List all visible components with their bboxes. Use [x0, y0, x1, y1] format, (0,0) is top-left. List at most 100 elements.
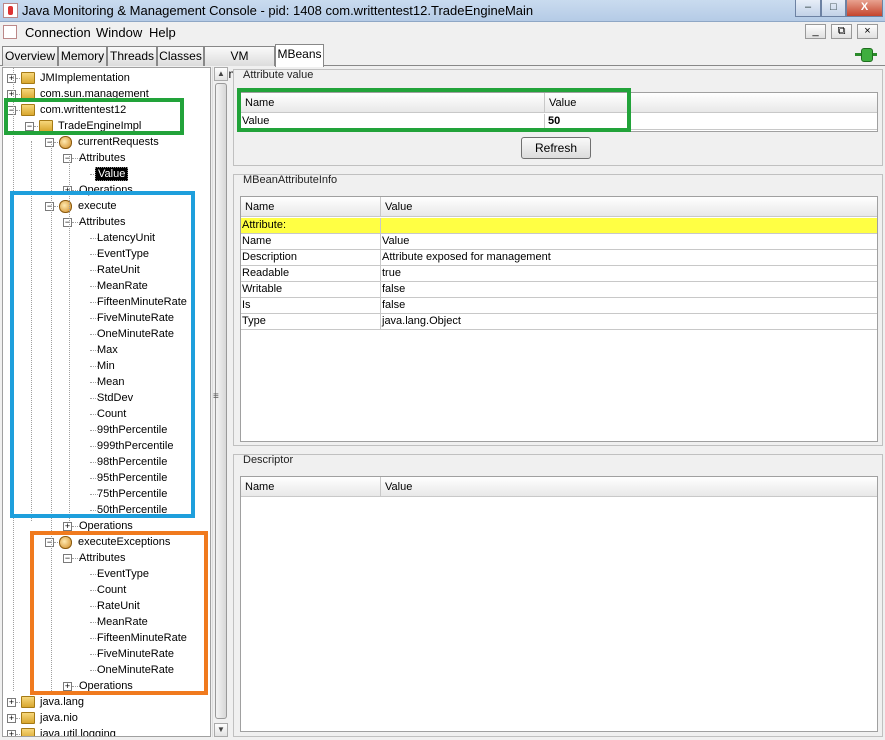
descriptor-panel: Descriptor Name Value — [233, 454, 883, 737]
expand-icon[interactable]: + — [7, 90, 16, 99]
collapse-icon[interactable]: − — [63, 554, 72, 563]
collapse-icon[interactable]: − — [25, 122, 34, 131]
tree-node[interactable]: RateUnit — [95, 262, 142, 278]
tree-node[interactable]: RateUnit — [95, 598, 142, 614]
expand-icon[interactable]: + — [7, 730, 16, 736]
tree-node-label: currentRequests — [78, 136, 159, 148]
tree-node[interactable]: 50thPercentile — [95, 502, 169, 518]
tree-node-label: TradeEngineImpl — [58, 120, 142, 132]
table-row[interactable]: Description Attribute exposed for managem… — [241, 250, 877, 266]
tree-node[interactable]: FiveMinuteRate — [95, 310, 176, 326]
internal-restore-button[interactable]: ⧉ — [831, 24, 852, 39]
tree-node[interactable]: FifteenMinuteRate — [95, 630, 189, 646]
table-row[interactable]: Writable false — [241, 282, 877, 298]
tree-node[interactable]: 98thPercentile — [95, 454, 169, 470]
tree-node[interactable]: Count — [95, 406, 128, 422]
tree-node[interactable]: Attributes — [77, 214, 127, 230]
table-row[interactable]: Name Value — [241, 234, 877, 250]
tab-vm-summary[interactable]: VM Summary — [204, 46, 275, 81]
tree-node[interactable]: MeanRate — [95, 278, 150, 294]
expand-icon[interactable]: + — [63, 522, 72, 531]
tree-node[interactable]: 99thPercentile — [95, 422, 169, 438]
column-header-value[interactable]: Value — [381, 197, 877, 217]
tree-node[interactable]: Operations — [77, 518, 135, 534]
tree-node[interactable]: FifteenMinuteRate — [95, 294, 189, 310]
tree-node[interactable]: executeExceptions — [59, 534, 172, 550]
table-row[interactable]: Attribute: — [241, 218, 877, 234]
splitter-grip-icon[interactable]: ≡ — [213, 391, 219, 402]
tree-node[interactable]: TradeEngineImpl — [39, 118, 143, 134]
expand-icon[interactable]: + — [7, 698, 16, 707]
tab-overview[interactable]: Overview — [2, 46, 58, 66]
refresh-button[interactable]: Refresh — [521, 137, 591, 159]
mbean-tree[interactable]: + JMImplementation + com.sun.management − com… — [2, 67, 211, 737]
tree-node[interactable]: EventType — [95, 246, 151, 262]
table-row[interactable]: Is false — [241, 298, 877, 314]
tree-node[interactable]: 999thPercentile — [95, 438, 175, 454]
tree-node[interactable]: com.writtentest12 — [21, 102, 128, 118]
expand-icon[interactable]: + — [7, 74, 16, 83]
tree-node[interactable]: java.util.logging — [21, 726, 118, 736]
scroll-down-arrow-icon[interactable]: ▼ — [214, 723, 228, 737]
tab-threads[interactable]: Threads — [107, 46, 157, 66]
expand-icon[interactable]: + — [63, 186, 72, 195]
tree-node[interactable]: 75thPercentile — [95, 486, 169, 502]
tree-node[interactable]: java.lang — [21, 694, 86, 710]
tree-node[interactable]: StdDev — [95, 390, 135, 406]
menu-connection[interactable]: Connection — [25, 25, 91, 40]
collapse-icon[interactable]: − — [45, 202, 54, 211]
tree-node[interactable]: MeanRate — [95, 614, 150, 630]
tree-scrollbar[interactable]: ▲ ▼ — [212, 67, 228, 737]
expand-icon[interactable]: + — [63, 682, 72, 691]
collapse-icon[interactable]: − — [45, 538, 54, 547]
close-button[interactable]: X — [846, 0, 883, 17]
menu-window[interactable]: Window — [96, 25, 142, 40]
tree-node[interactable]: Mean — [95, 374, 127, 390]
tree-node[interactable]: Value — [95, 166, 129, 182]
tree-node[interactable]: Operations — [77, 678, 135, 694]
tree-node[interactable]: Max — [95, 342, 120, 358]
scroll-up-arrow-icon[interactable]: ▲ — [214, 67, 228, 81]
tree-node[interactable]: Count — [95, 582, 128, 598]
column-header-name[interactable]: Name — [241, 93, 545, 113]
tab-memory[interactable]: Memory — [58, 46, 107, 66]
tree-node[interactable]: OneMinuteRate — [95, 326, 176, 342]
tree-node[interactable]: java.nio — [21, 710, 80, 726]
internal-minimize-button[interactable]: _ — [805, 24, 826, 39]
tree-node[interactable]: com.sun.management — [21, 86, 151, 102]
collapse-icon[interactable]: − — [63, 218, 72, 227]
tree-node[interactable]: Attributes — [77, 150, 127, 166]
tab-classes[interactable]: Classes — [157, 46, 204, 66]
table-row[interactable]: Value 50 — [241, 114, 877, 130]
maximize-button[interactable]: □ — [821, 0, 846, 17]
tree-node[interactable]: EventType — [95, 566, 151, 582]
tree-node-label: OneMinuteRate — [97, 664, 175, 676]
tree-node[interactable]: currentRequests — [59, 134, 161, 150]
minimize-button[interactable]: – — [795, 0, 821, 17]
column-header-name[interactable]: Name — [241, 477, 381, 497]
tree-node[interactable]: Min — [95, 358, 117, 374]
descriptor-title: Descriptor — [243, 454, 294, 466]
java-small-icon — [3, 25, 17, 39]
collapse-icon[interactable]: − — [45, 138, 54, 147]
column-header-name[interactable]: Name — [241, 197, 381, 217]
expand-icon[interactable]: + — [7, 714, 16, 723]
table-row[interactable]: Type java.lang.Object — [241, 314, 877, 330]
tree-node[interactable]: Attributes — [77, 550, 127, 566]
column-header-value[interactable]: Value — [545, 93, 877, 113]
collapse-icon[interactable]: − — [63, 154, 72, 163]
tree-node[interactable]: execute — [59, 198, 119, 214]
table-row[interactable]: Readable true — [241, 266, 877, 282]
tree-node[interactable]: FiveMinuteRate — [95, 646, 176, 662]
menu-help[interactable]: Help — [149, 25, 176, 40]
collapse-icon[interactable]: − — [7, 106, 16, 115]
tree-node[interactable]: OneMinuteRate — [95, 662, 176, 678]
tree-node[interactable]: Operations — [77, 182, 135, 198]
attribute-value-cell[interactable]: 50 — [545, 114, 877, 130]
internal-close-button[interactable]: × — [857, 24, 878, 39]
tree-node[interactable]: 95thPercentile — [95, 470, 169, 486]
tree-node[interactable]: LatencyUnit — [95, 230, 157, 246]
tree-node[interactable]: JMImplementation — [21, 70, 132, 86]
tab-mbeans[interactable]: MBeans — [275, 44, 324, 67]
column-header-value[interactable]: Value — [381, 477, 877, 497]
